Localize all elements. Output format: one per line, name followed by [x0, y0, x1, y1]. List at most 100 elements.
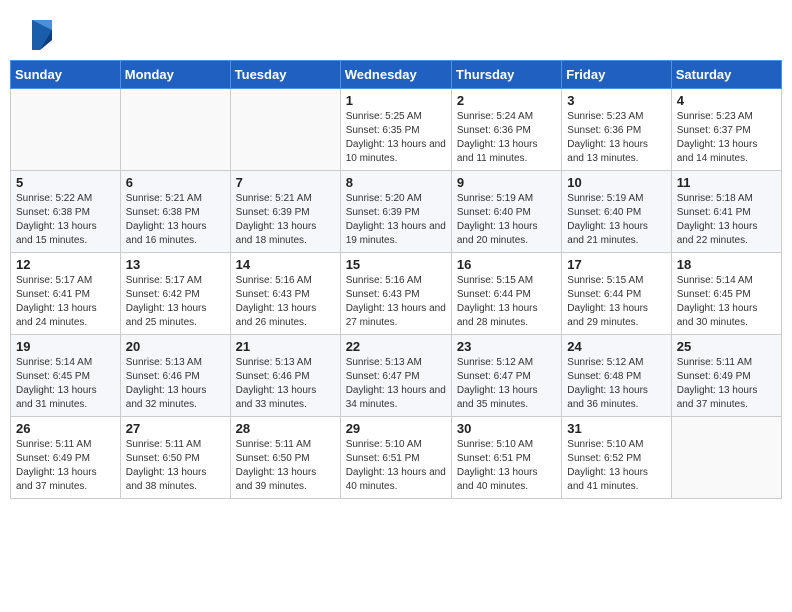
day-number: 11 [677, 175, 776, 190]
day-info: Sunrise: 5:25 AM Sunset: 6:35 PM Dayligh… [346, 110, 446, 166]
calendar-cell: 4 Sunrise: 5:23 AM Sunset: 6:37 PM Daylig… [671, 89, 781, 171]
day-number: 13 [126, 257, 225, 272]
day-info: Sunrise: 5:11 AM Sunset: 6:49 PM Dayligh… [677, 356, 776, 412]
day-number: 29 [346, 421, 446, 436]
day-info: Sunrise: 5:13 AM Sunset: 6:47 PM Dayligh… [346, 356, 446, 412]
day-number: 31 [567, 421, 665, 436]
weekday-header-tuesday: Tuesday [230, 61, 340, 89]
page-header [0, 0, 792, 60]
day-number: 15 [346, 257, 446, 272]
day-number: 24 [567, 339, 665, 354]
day-number: 30 [457, 421, 556, 436]
day-info: Sunrise: 5:20 AM Sunset: 6:39 PM Dayligh… [346, 192, 446, 248]
day-info: Sunrise: 5:21 AM Sunset: 6:38 PM Dayligh… [126, 192, 225, 248]
calendar-cell: 13 Sunrise: 5:17 AM Sunset: 6:42 PM Dayli… [120, 253, 230, 335]
calendar-cell: 6 Sunrise: 5:21 AM Sunset: 6:38 PM Daylig… [120, 171, 230, 253]
day-number: 26 [16, 421, 115, 436]
day-info: Sunrise: 5:12 AM Sunset: 6:48 PM Dayligh… [567, 356, 665, 412]
calendar-cell: 29Sunrise: 5:10 AM Sunset: 6:51 PM Dayli… [340, 417, 451, 499]
day-info: Sunrise: 5:13 AM Sunset: 6:46 PM Dayligh… [236, 356, 335, 412]
calendar-cell: 7 Sunrise: 5:21 AM Sunset: 6:39 PM Daylig… [230, 171, 340, 253]
calendar-cell: 25Sunrise: 5:11 AM Sunset: 6:49 PM Dayli… [671, 335, 781, 417]
day-number: 9 [457, 175, 556, 190]
calendar-cell: 22 Sunrise: 5:13 AM Sunset: 6:47 PM Dayli… [340, 335, 451, 417]
day-number: 17 [567, 257, 665, 272]
calendar-cell: 8Sunrise: 5:20 AM Sunset: 6:39 PM Daylig… [340, 171, 451, 253]
day-info: Sunrise: 5:19 AM Sunset: 6:40 PM Dayligh… [457, 192, 556, 248]
day-number: 3 [567, 93, 665, 108]
day-info: Sunrise: 5:17 AM Sunset: 6:41 PM Dayligh… [16, 274, 115, 330]
day-number: 1 [346, 93, 446, 108]
calendar-week-1: 1 Sunrise: 5:25 AM Sunset: 6:35 PM Daylig… [11, 89, 782, 171]
day-number: 19 [16, 339, 115, 354]
day-number: 21 [236, 339, 335, 354]
day-info: Sunrise: 5:15 AM Sunset: 6:44 PM Dayligh… [567, 274, 665, 330]
day-info: Sunrise: 5:14 AM Sunset: 6:45 PM Dayligh… [677, 274, 776, 330]
day-number: 23 [457, 339, 556, 354]
calendar-cell [671, 417, 781, 499]
day-info: Sunrise: 5:13 AM Sunset: 6:46 PM Dayligh… [126, 356, 225, 412]
day-number: 22 [346, 339, 446, 354]
calendar-cell: 5Sunrise: 5:22 AM Sunset: 6:38 PM Daylig… [11, 171, 121, 253]
calendar-table: SundayMondayTuesdayWednesdayThursdayFrid… [10, 60, 782, 499]
day-info: Sunrise: 5:23 AM Sunset: 6:36 PM Dayligh… [567, 110, 665, 166]
day-number: 4 [677, 93, 776, 108]
weekday-header-row: SundayMondayTuesdayWednesdayThursdayFrid… [11, 61, 782, 89]
calendar-cell: 16 Sunrise: 5:15 AM Sunset: 6:44 PM Dayli… [451, 253, 561, 335]
day-number: 10 [567, 175, 665, 190]
day-number: 27 [126, 421, 225, 436]
day-info: Sunrise: 5:17 AM Sunset: 6:42 PM Dayligh… [126, 274, 225, 330]
day-info: Sunrise: 5:16 AM Sunset: 6:43 PM Dayligh… [236, 274, 335, 330]
calendar-cell [230, 89, 340, 171]
day-number: 6 [126, 175, 225, 190]
day-info: Sunrise: 5:10 AM Sunset: 6:52 PM Dayligh… [567, 438, 665, 494]
calendar-cell: 15 Sunrise: 5:16 AM Sunset: 6:43 PM Dayli… [340, 253, 451, 335]
day-info: Sunrise: 5:21 AM Sunset: 6:39 PM Dayligh… [236, 192, 335, 248]
calendar-cell: 2 Sunrise: 5:24 AM Sunset: 6:36 PM Daylig… [451, 89, 561, 171]
day-info: Sunrise: 5:10 AM Sunset: 6:51 PM Dayligh… [457, 438, 556, 494]
calendar-container: SundayMondayTuesdayWednesdayThursdayFrid… [0, 60, 792, 509]
weekday-header-saturday: Saturday [671, 61, 781, 89]
calendar-cell: 11 Sunrise: 5:18 AM Sunset: 6:41 PM Dayli… [671, 171, 781, 253]
logo-icon [24, 16, 56, 52]
calendar-week-3: 12 Sunrise: 5:17 AM Sunset: 6:41 PM Dayli… [11, 253, 782, 335]
calendar-cell: 9 Sunrise: 5:19 AM Sunset: 6:40 PM Daylig… [451, 171, 561, 253]
day-info: Sunrise: 5:11 AM Sunset: 6:50 PM Dayligh… [126, 438, 225, 494]
day-number: 2 [457, 93, 556, 108]
calendar-cell: 30 Sunrise: 5:10 AM Sunset: 6:51 PM Dayli… [451, 417, 561, 499]
day-number: 12 [16, 257, 115, 272]
calendar-cell [120, 89, 230, 171]
calendar-cell: 31 Sunrise: 5:10 AM Sunset: 6:52 PM Dayli… [562, 417, 671, 499]
calendar-cell: 12 Sunrise: 5:17 AM Sunset: 6:41 PM Dayli… [11, 253, 121, 335]
day-info: Sunrise: 5:18 AM Sunset: 6:41 PM Dayligh… [677, 192, 776, 248]
calendar-cell: 1 Sunrise: 5:25 AM Sunset: 6:35 PM Daylig… [340, 89, 451, 171]
calendar-week-5: 26 Sunrise: 5:11 AM Sunset: 6:49 PM Dayli… [11, 417, 782, 499]
calendar-cell: 26 Sunrise: 5:11 AM Sunset: 6:49 PM Dayli… [11, 417, 121, 499]
calendar-week-4: 19 Sunrise: 5:14 AM Sunset: 6:45 PM Dayli… [11, 335, 782, 417]
calendar-cell: 24 Sunrise: 5:12 AM Sunset: 6:48 PM Dayli… [562, 335, 671, 417]
day-info: Sunrise: 5:11 AM Sunset: 6:49 PM Dayligh… [16, 438, 115, 494]
calendar-cell: 3 Sunrise: 5:23 AM Sunset: 6:36 PM Daylig… [562, 89, 671, 171]
calendar-cell: 18Sunrise: 5:14 AM Sunset: 6:45 PM Dayli… [671, 253, 781, 335]
day-number: 7 [236, 175, 335, 190]
day-info: Sunrise: 5:23 AM Sunset: 6:37 PM Dayligh… [677, 110, 776, 166]
day-number: 16 [457, 257, 556, 272]
weekday-header-sunday: Sunday [11, 61, 121, 89]
calendar-cell: 14 Sunrise: 5:16 AM Sunset: 6:43 PM Dayli… [230, 253, 340, 335]
day-number: 14 [236, 257, 335, 272]
calendar-cell: 17 Sunrise: 5:15 AM Sunset: 6:44 PM Dayli… [562, 253, 671, 335]
day-number: 5 [16, 175, 115, 190]
calendar-cell: 19 Sunrise: 5:14 AM Sunset: 6:45 PM Dayli… [11, 335, 121, 417]
logo [20, 16, 56, 52]
day-number: 28 [236, 421, 335, 436]
day-info: Sunrise: 5:16 AM Sunset: 6:43 PM Dayligh… [346, 274, 446, 330]
day-info: Sunrise: 5:24 AM Sunset: 6:36 PM Dayligh… [457, 110, 556, 166]
day-number: 20 [126, 339, 225, 354]
weekday-header-friday: Friday [562, 61, 671, 89]
calendar-cell: 20 Sunrise: 5:13 AM Sunset: 6:46 PM Dayli… [120, 335, 230, 417]
calendar-cell [11, 89, 121, 171]
day-info: Sunrise: 5:14 AM Sunset: 6:45 PM Dayligh… [16, 356, 115, 412]
calendar-cell: 23Sunrise: 5:12 AM Sunset: 6:47 PM Dayli… [451, 335, 561, 417]
calendar-week-2: 5Sunrise: 5:22 AM Sunset: 6:38 PM Daylig… [11, 171, 782, 253]
day-info: Sunrise: 5:15 AM Sunset: 6:44 PM Dayligh… [457, 274, 556, 330]
